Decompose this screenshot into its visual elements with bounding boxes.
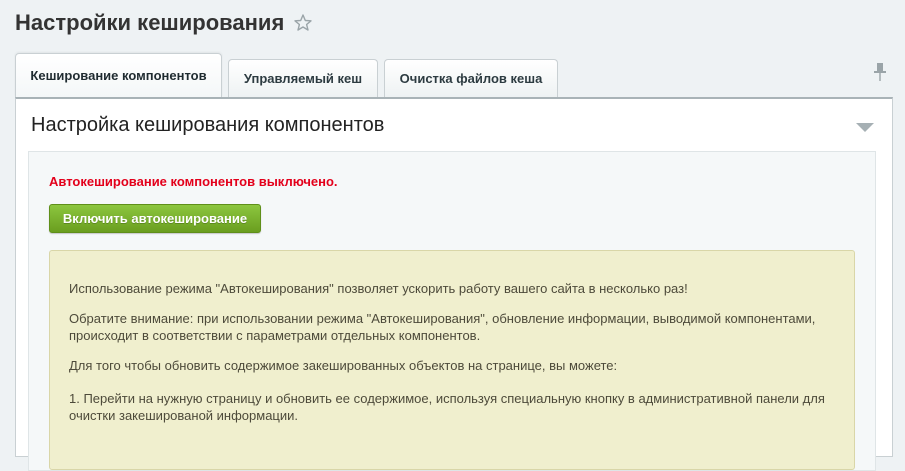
tab-label: Очистка файлов кеша xyxy=(399,71,543,86)
page-title: Настройки кеширования xyxy=(15,10,285,35)
star-icon[interactable] xyxy=(293,13,313,33)
settings-panel: Настройка кеширования компонентов Автоке… xyxy=(15,97,893,471)
tab-managed-cache[interactable]: Управляемый кеш xyxy=(228,59,378,97)
tab-clear-cache-files[interactable]: Очистка файлов кеша xyxy=(384,59,558,97)
collapse-icon[interactable] xyxy=(856,123,874,133)
tab-component-caching[interactable]: Кеширование компонентов xyxy=(15,53,222,97)
tab-label: Кеширование компонентов xyxy=(30,68,207,83)
info-notice: Использование режима "Автокеширования" п… xyxy=(49,250,855,470)
status-message: Автокеширование компонентов выключено. xyxy=(49,174,338,189)
section-title: Настройка кеширования компонентов xyxy=(31,114,385,136)
enable-autocache-button[interactable]: Включить автокеширование xyxy=(49,204,261,233)
tab-label: Управляемый кеш xyxy=(243,71,363,86)
notice-paragraph: Обратите внимание: при использовании реж… xyxy=(69,311,816,343)
notice-paragraph: 1. Перейти на нужную страницу и обновить… xyxy=(69,391,825,423)
notice-paragraph: Для того чтобы обновить содержимое закеш… xyxy=(69,358,618,373)
pin-icon[interactable] xyxy=(873,62,887,82)
notice-paragraph: Использование режима "Автокеширования" п… xyxy=(69,281,688,296)
section-content: Автокеширование компонентов выключено. В… xyxy=(28,151,876,471)
